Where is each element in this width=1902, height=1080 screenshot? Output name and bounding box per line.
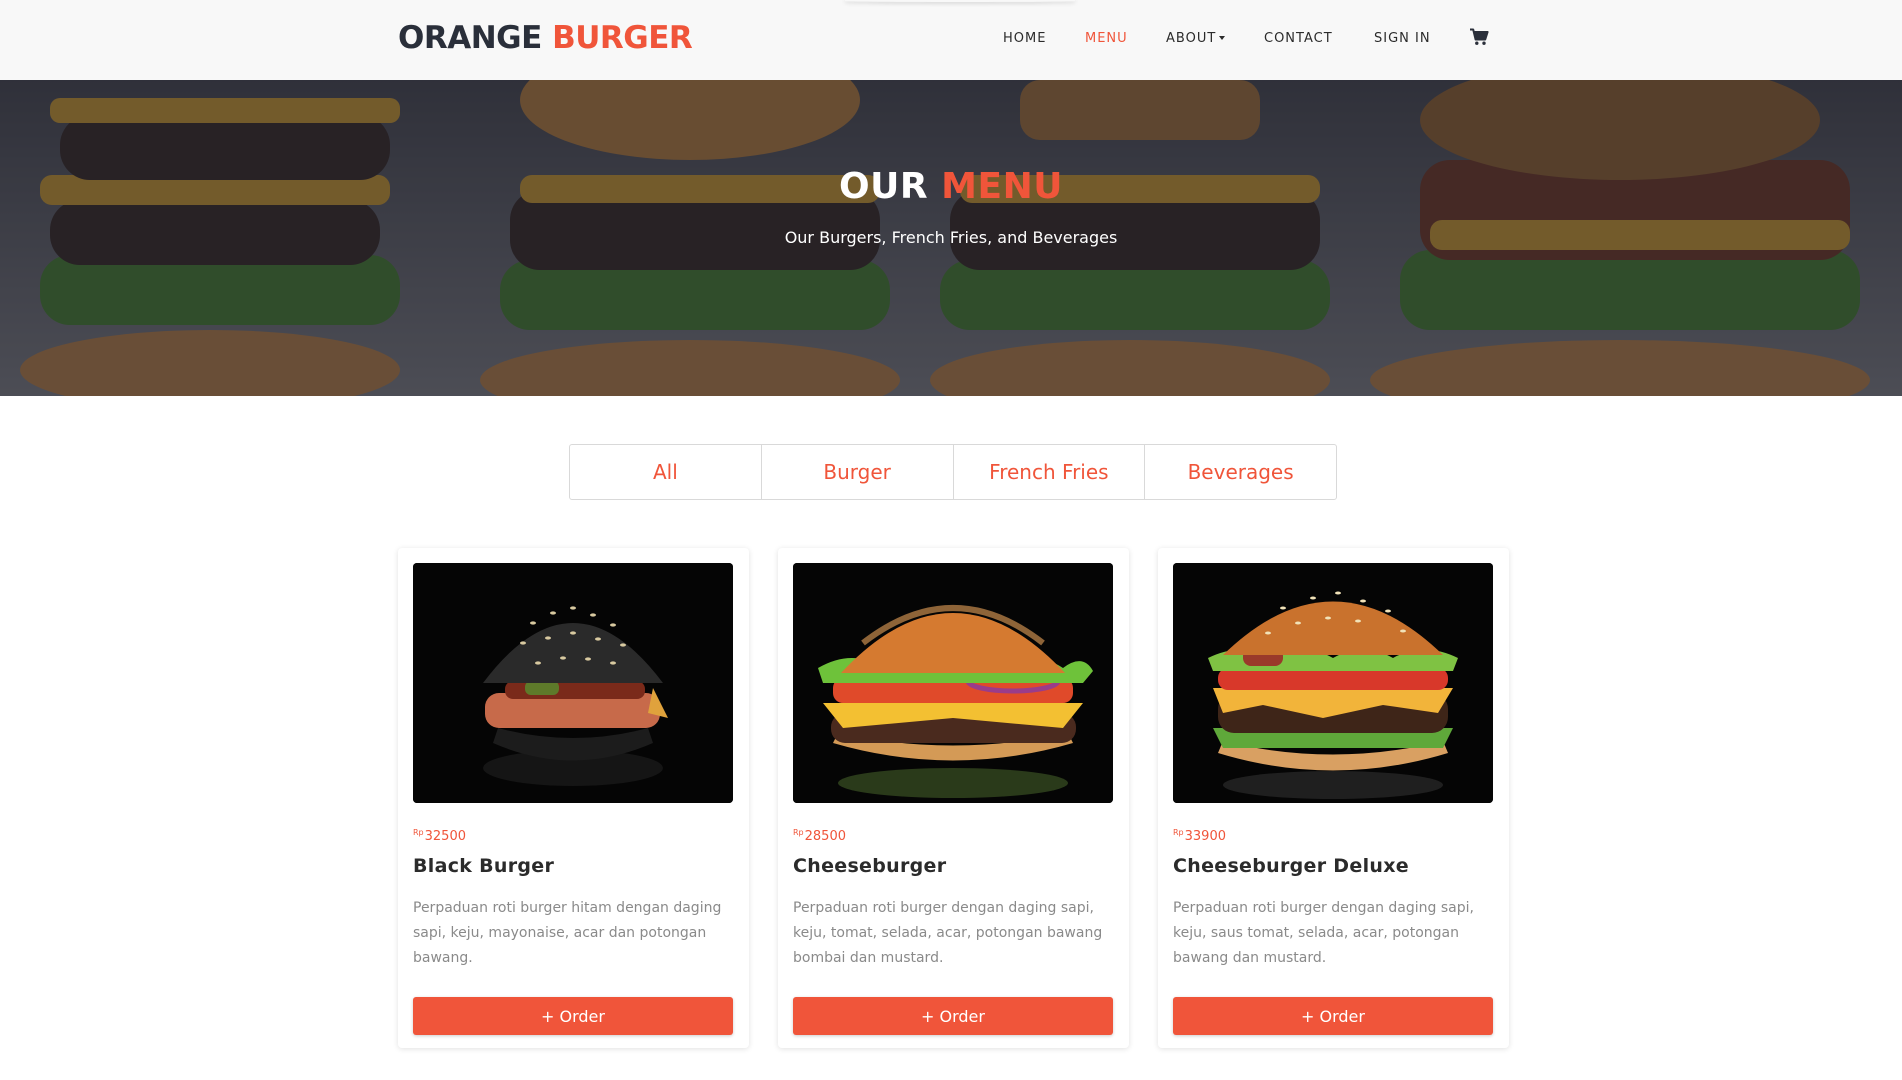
item-price-value: 28500 — [804, 829, 846, 844]
item-description: Perpaduan roti burger dengan daging sapi… — [1173, 900, 1474, 966]
navbar-shadow-accent — [845, 0, 1075, 2]
currency-label: Rp — [1173, 828, 1184, 837]
menu-filter-tabs: All Burger French Fries Beverages — [569, 444, 1337, 500]
item-name: Cheeseburger Deluxe — [1173, 855, 1409, 877]
nav-sign-in[interactable]: SIGN IN — [1374, 31, 1431, 46]
nav-contact[interactable]: CONTACT — [1264, 31, 1333, 46]
item-description: Perpaduan roti burger dengan daging sapi… — [793, 900, 1103, 966]
item-price-value: 33900 — [1184, 829, 1226, 844]
nav-about-label: ABOUT — [1166, 31, 1217, 46]
item-price: Rp33900 — [1173, 828, 1226, 844]
filter-tab-all[interactable]: All — [570, 445, 762, 499]
hero-title-accent: MENU — [941, 166, 1063, 207]
nav-home[interactable]: HOME — [1003, 31, 1046, 46]
cheeseburger-image — [793, 563, 1113, 803]
chevron-down-icon — [1219, 35, 1226, 40]
hero-banner: OUR MENU Our Burgers, French Fries, and … — [0, 80, 1902, 396]
item-description: Perpaduan roti burger hitam dengan dagin… — [413, 900, 722, 966]
item-price: Rp28500 — [793, 828, 846, 844]
order-button[interactable]: + Order — [413, 997, 733, 1035]
navbar: ORANGE BURGER HOME MENU ABOUT CONTACT SI… — [0, 0, 1902, 80]
cheeseburger-deluxe-image — [1173, 563, 1493, 803]
hero-title-primary: OUR — [839, 166, 929, 207]
filter-tab-burger[interactable]: Burger — [762, 445, 954, 499]
item-name: Cheeseburger — [793, 855, 947, 877]
nav-about[interactable]: ABOUT — [1166, 31, 1226, 46]
item-price: Rp32500 — [413, 828, 466, 844]
currency-label: Rp — [413, 828, 424, 837]
item-price-value: 32500 — [424, 829, 466, 844]
currency-label: Rp — [793, 828, 804, 837]
shopping-cart-icon[interactable] — [1469, 28, 1489, 46]
filter-tab-beverages[interactable]: Beverages — [1145, 445, 1336, 499]
main-nav: HOME MENU ABOUT CONTACT SIGN IN — [0, 31, 1902, 51]
order-button[interactable]: + Order — [1173, 997, 1493, 1035]
menu-card-cheeseburger-deluxe: Rp33900 Cheeseburger Deluxe Perpaduan ro… — [1158, 548, 1509, 1048]
hero-title: OUR MENU — [0, 166, 1902, 207]
nav-menu[interactable]: MENU — [1085, 31, 1128, 46]
order-button[interactable]: + Order — [793, 997, 1113, 1035]
menu-card-black-burger: Rp32500 Black Burger Perpaduan roti burg… — [398, 548, 749, 1048]
menu-card-cheeseburger: Rp28500 Cheeseburger Perpaduan roti burg… — [778, 548, 1129, 1048]
item-name: Black Burger — [413, 855, 555, 877]
black-burger-image — [413, 563, 733, 803]
hero-subtitle: Our Burgers, French Fries, and Beverages — [784, 228, 1118, 247]
filter-tab-french-fries[interactable]: French Fries — [954, 445, 1146, 499]
